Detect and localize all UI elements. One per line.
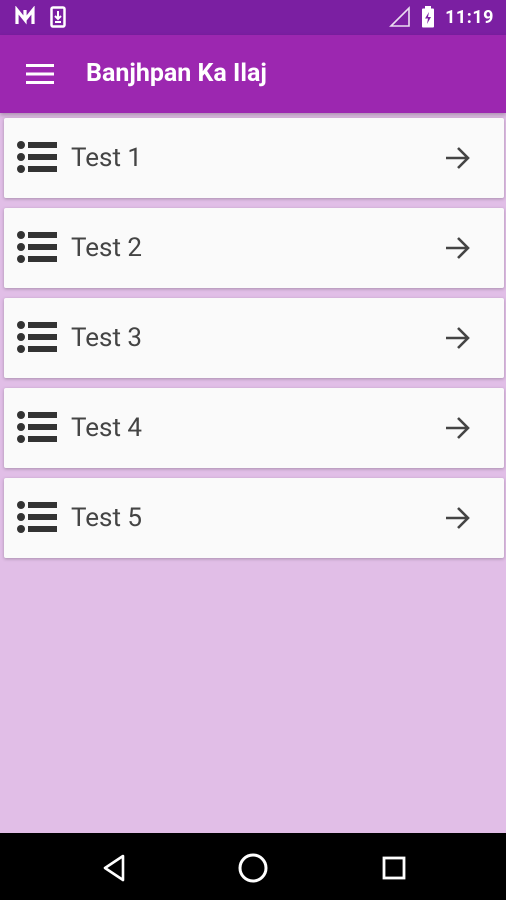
back-icon[interactable]: [97, 851, 131, 885]
list-icon: [17, 141, 57, 173]
status-time: 11:19: [445, 6, 494, 28]
list-icon: [17, 321, 57, 353]
battery-charging-icon: [422, 6, 435, 28]
home-icon[interactable]: [236, 851, 270, 885]
status-bar: 11:19: [0, 0, 506, 35]
list-item[interactable]: Test 4: [4, 388, 504, 468]
arrow-right-icon[interactable]: [444, 146, 472, 170]
recents-icon[interactable]: [377, 851, 411, 885]
test-list: Test 1 Test 2 Test 3 Test 4 Test 5: [4, 118, 504, 568]
navigation-bar: [0, 833, 506, 900]
arrow-right-icon[interactable]: [444, 506, 472, 530]
list-item-label: Test 1: [71, 143, 143, 173]
list-item-label: Test 5: [71, 503, 143, 533]
app-title: Banjhpan Ka Ilaj: [86, 59, 267, 88]
download-notification-icon: [50, 6, 66, 28]
list-item[interactable]: Test 2: [4, 208, 504, 288]
list-item[interactable]: Test 1: [4, 118, 504, 198]
list-item-label: Test 4: [71, 413, 143, 443]
list-icon: [17, 231, 57, 263]
signal-icon: [389, 6, 410, 27]
list-icon: [17, 501, 57, 533]
list-item-label: Test 2: [71, 233, 143, 263]
list-item[interactable]: Test 3: [4, 298, 504, 378]
app-bar: Banjhpan Ka Ilaj: [0, 35, 506, 113]
hamburger-menu-icon[interactable]: [26, 63, 54, 85]
n-notification-icon: [15, 6, 35, 25]
list-item-label: Test 3: [71, 323, 143, 353]
list-icon: [17, 411, 57, 443]
list-item[interactable]: Test 5: [4, 478, 504, 558]
arrow-right-icon[interactable]: [444, 236, 472, 260]
arrow-right-icon[interactable]: [444, 326, 472, 350]
arrow-right-icon[interactable]: [444, 416, 472, 440]
